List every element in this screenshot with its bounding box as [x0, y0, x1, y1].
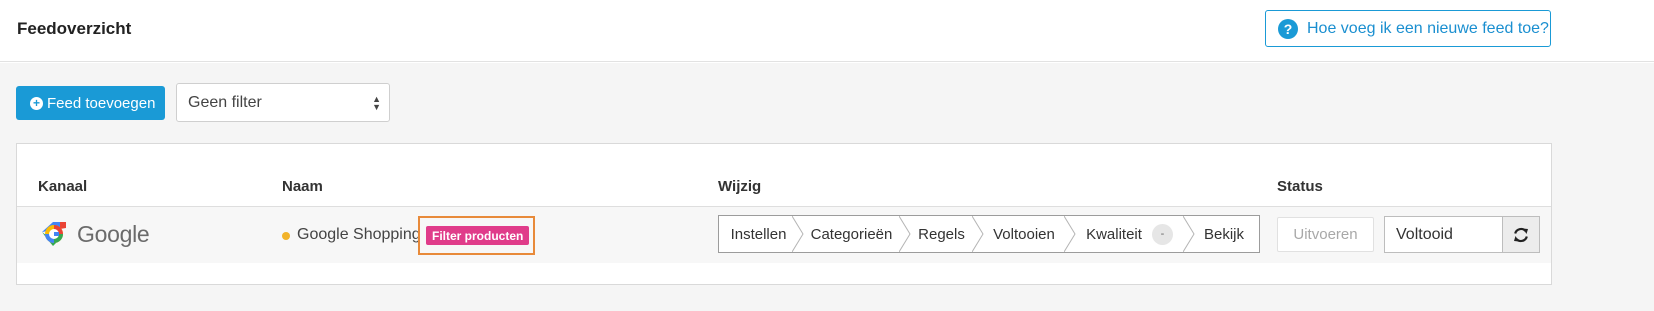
add-feed-button[interactable]: + Feed toevoegen: [16, 86, 165, 120]
step-voltooien[interactable]: Voltooien: [978, 216, 1076, 252]
feed-table: Kanaal Naam Wijzig Status Google Google …: [16, 143, 1552, 285]
column-header-naam: Naam: [282, 178, 323, 195]
step-separator-icon: [972, 216, 984, 252]
feed-status-dot: [282, 232, 290, 240]
step-label: Instellen: [730, 225, 787, 243]
channel-logo-text: Google: [77, 220, 150, 247]
filter-select-value: Geen filter: [188, 93, 262, 111]
step-label: Kwaliteit: [1086, 225, 1142, 243]
refresh-icon: [1514, 227, 1528, 242]
page-title: Feedoverzicht: [17, 19, 132, 38]
step-regels[interactable]: Regels: [905, 216, 984, 252]
column-header-status: Status: [1277, 178, 1323, 195]
google-shopping-icon: [42, 222, 66, 246]
filter-products-badge[interactable]: Filter producten: [426, 226, 530, 245]
step-bekijk[interactable]: Bekijk: [1189, 216, 1259, 252]
table-row: Google Google Shopping Filter producten …: [17, 207, 1551, 263]
refresh-button[interactable]: [1502, 216, 1540, 253]
step-label: Voltooien: [993, 225, 1055, 243]
step-instellen[interactable]: Instellen: [719, 216, 804, 252]
filter-select[interactable]: Geen filter ▲ ▼: [176, 83, 390, 122]
step-separator-icon: [1064, 216, 1076, 252]
step-kwaliteit[interactable]: Kwaliteit -: [1070, 216, 1195, 252]
run-button[interactable]: Uitvoeren: [1277, 217, 1374, 252]
help-button-label: Hoe voeg ik een nieuwe feed toe?: [1307, 19, 1549, 37]
filter-highlight: Filter producten: [418, 216, 535, 255]
step-categorieen[interactable]: Categorieën: [798, 216, 911, 252]
step-separator-icon: [792, 216, 804, 252]
question-circle-icon: ?: [1278, 18, 1298, 39]
select-arrows-icon: ▲ ▼: [372, 94, 381, 112]
step-separator-icon: [899, 216, 911, 252]
add-feed-label: Feed toevoegen: [47, 94, 156, 112]
step-label: Categorieën: [810, 225, 893, 243]
quality-score-badge: -: [1151, 223, 1173, 245]
plus-circle-icon: +: [30, 96, 43, 110]
step-separator-icon: [1183, 216, 1195, 252]
column-header-kanaal: Kanaal: [38, 178, 88, 195]
feed-name[interactable]: Google Shopping: [297, 226, 421, 244]
step-label: Bekijk: [1203, 225, 1244, 243]
step-label: Regels: [918, 225, 965, 243]
status-field: Voltooid: [1384, 216, 1502, 253]
page-header: Feedoverzicht ? Hoe voeg ik een nieuwe f…: [0, 0, 1654, 62]
column-header-wijzig: Wijzig: [718, 178, 762, 195]
help-button[interactable]: ? Hoe voeg ik een nieuwe feed toe?: [1265, 10, 1551, 47]
google-logo: Google: [39, 219, 150, 249]
edit-steps: Instellen Categorieën Regels Voltooien K…: [718, 215, 1260, 253]
